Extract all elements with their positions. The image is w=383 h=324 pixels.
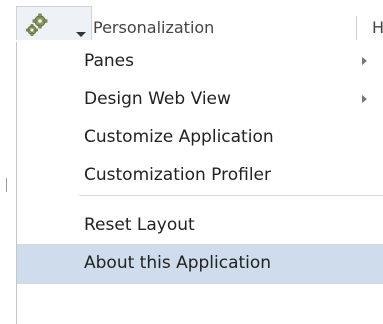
menu-item-panes[interactable]: Panes (17, 42, 383, 80)
settings-menu-button[interactable] (16, 6, 92, 40)
tab-next[interactable]: H (372, 18, 383, 38)
caret-down-icon (76, 32, 86, 37)
menu-item-reset-layout[interactable]: Reset Layout (17, 206, 383, 244)
tab-divider (356, 16, 357, 40)
submenu-arrow-icon (362, 95, 367, 103)
menu-item-label: Reset Layout (84, 215, 195, 235)
gears-icon (26, 13, 48, 36)
menu-item-customize-application[interactable]: Customize Application (17, 118, 383, 156)
menu-separator (79, 195, 383, 196)
tab-personalization[interactable]: Personalization (93, 18, 214, 38)
toolbar: Personalization H (0, 0, 383, 42)
menu-item-label: Customize Application (84, 127, 274, 147)
menu-item-label: Customization Profiler (84, 165, 272, 185)
menu-item-label: Design Web View (84, 89, 231, 109)
menu-item-customization-profiler[interactable]: Customization Profiler (17, 156, 383, 194)
menu-item-design-web-view[interactable]: Design Web View (17, 80, 383, 118)
menu-item-label: Panes (84, 51, 134, 71)
settings-dropdown-menu: Panes Design Web View Customize Applicat… (16, 42, 383, 324)
menu-item-about-this-application[interactable]: About this Application (17, 244, 383, 284)
menu-item-label: About this Application (84, 253, 272, 273)
submenu-arrow-icon (362, 57, 367, 65)
window-edge (6, 178, 7, 192)
